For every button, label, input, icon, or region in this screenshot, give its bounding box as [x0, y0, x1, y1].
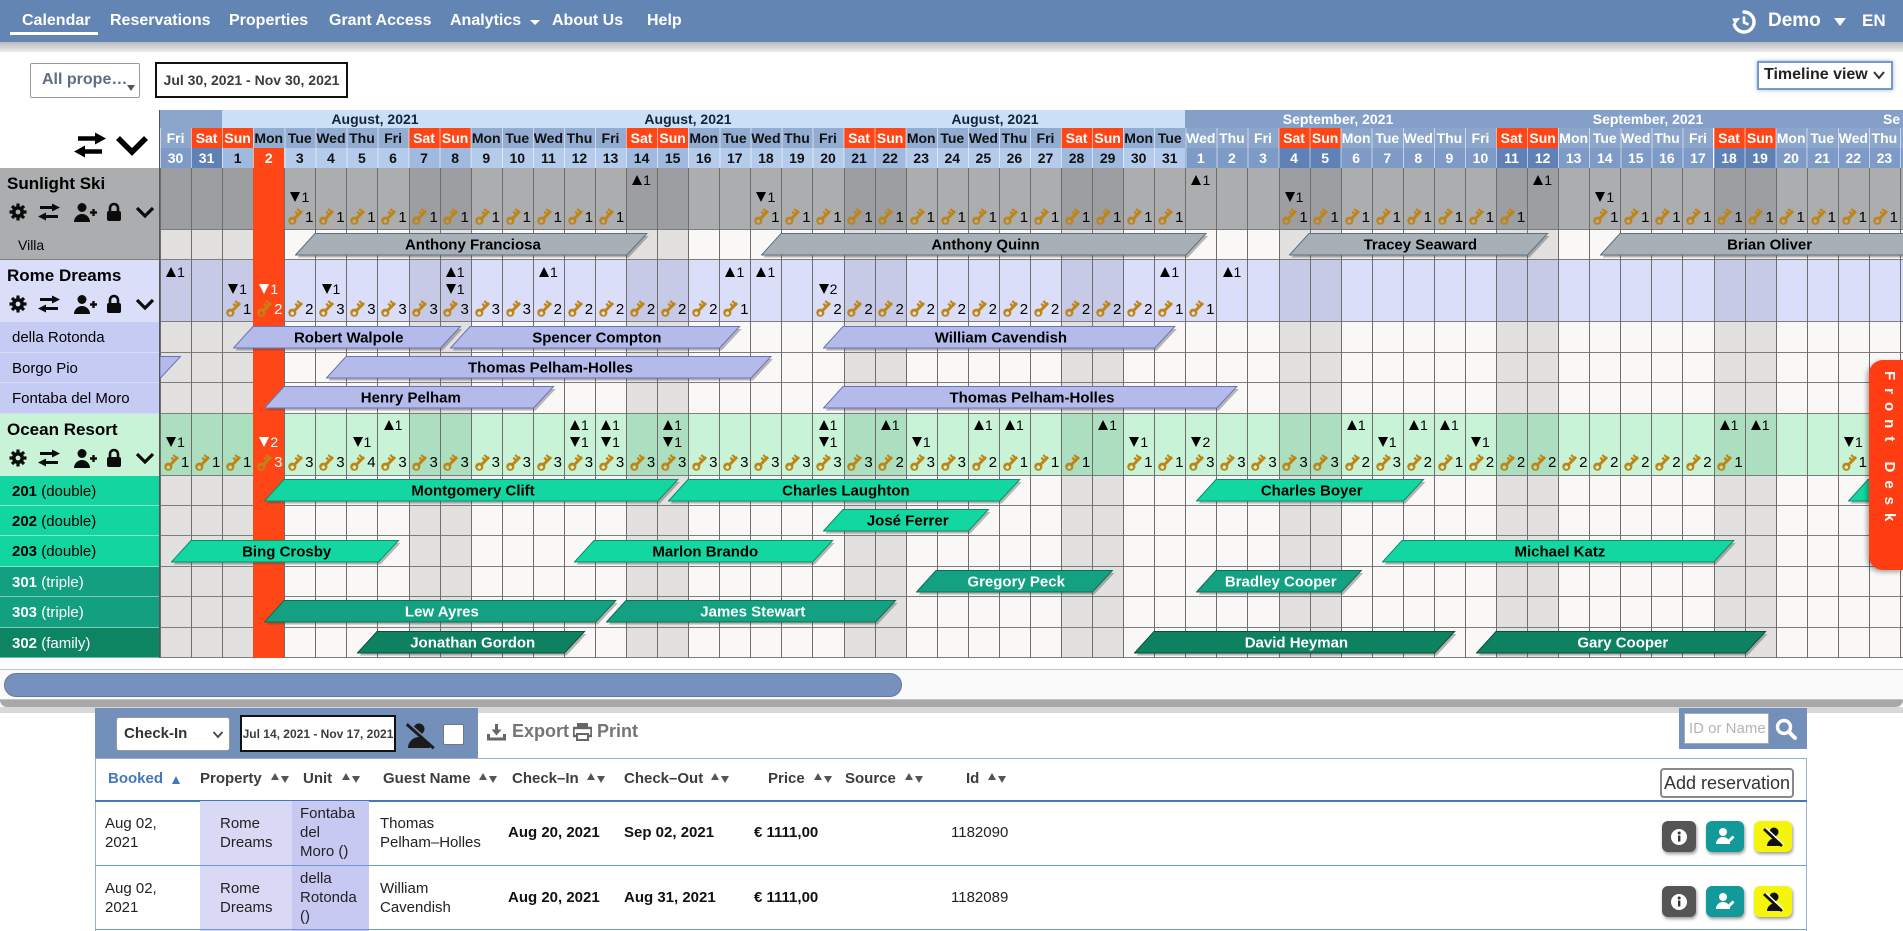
svg-text:Tracey Seaward: Tracey Seaward — [1364, 237, 1477, 254]
svg-text:Anthony Quinn: Anthony Quinn — [931, 237, 1039, 254]
svg-text:Thomas Pelham-Holles: Thomas Pelham-Holles — [468, 360, 633, 377]
svg-text:Anthony Franciosa: Anthony Franciosa — [405, 237, 542, 254]
svg-text:William Cavendish: William Cavendish — [935, 329, 1067, 346]
svg-text:Bing Crosby: Bing Crosby — [242, 543, 332, 560]
svg-text:James Stewart: James Stewart — [700, 604, 805, 621]
svg-text:José Ferrer: José Ferrer — [867, 513, 949, 530]
svg-text:Henry Pelham: Henry Pelham — [360, 390, 460, 407]
svg-text:Spencer Compton: Spencer Compton — [532, 329, 661, 346]
svg-text:Marlon Brando: Marlon Brando — [653, 543, 759, 560]
svg-text:Bradley Cooper: Bradley Cooper — [1225, 574, 1337, 591]
svg-text:Lew Ayres: Lew Ayres — [405, 604, 479, 621]
svg-text:Charles Boyer: Charles Boyer — [1261, 482, 1363, 499]
svg-text:Brian Oliver: Brian Oliver — [1727, 237, 1812, 254]
svg-text:Michael Katz: Michael Katz — [1515, 543, 1606, 560]
svg-text:Charles Laughton: Charles Laughton — [782, 482, 910, 499]
svg-text:Montgomery Clift: Montgomery Clift — [411, 482, 534, 499]
svg-text:Jonathan Gordon: Jonathan Gordon — [410, 634, 535, 651]
svg-text:Gregory Peck: Gregory Peck — [968, 574, 1066, 591]
svg-text:Thomas Pelham-Holles: Thomas Pelham-Holles — [949, 390, 1114, 407]
svg-text:David Heyman: David Heyman — [1244, 634, 1347, 651]
svg-text:Gary Cooper: Gary Cooper — [1577, 634, 1668, 651]
svg-text:Robert Walpole: Robert Walpole — [294, 329, 403, 346]
